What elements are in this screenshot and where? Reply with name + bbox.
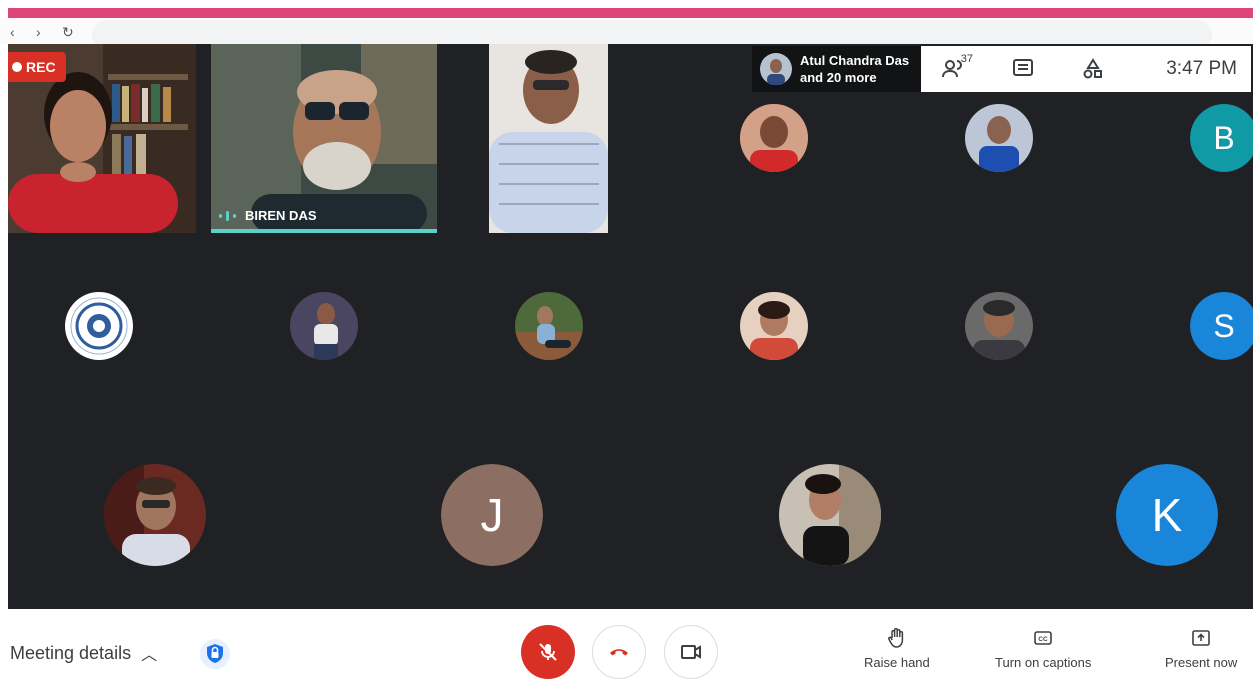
audio-level-icon: [219, 210, 236, 221]
raise-hand-icon: [888, 628, 904, 648]
participant-count: 37: [960, 53, 973, 65]
participants-summary-panel[interactable]: Atul Chandra Das and 20 more: [752, 46, 922, 92]
participant-photo: [965, 104, 1033, 172]
address-bar-strip: ‹ › ↻: [0, 18, 1253, 44]
avatar-initial-b[interactable]: B: [1190, 104, 1253, 172]
meeting-details-button[interactable]: Meeting details ︿: [10, 641, 157, 665]
raise-hand-button[interactable]: Raise hand: [864, 627, 930, 670]
video-tile-participant-3[interactable]: [489, 44, 608, 233]
accent-bar: [8, 8, 1253, 18]
meeting-stage: REC BIREN DAS B S J K: [8, 44, 1253, 609]
present-now-label: Present now: [1165, 655, 1238, 670]
avatar-photo[interactable]: [740, 104, 808, 172]
chat-button[interactable]: [1005, 51, 1041, 87]
shield-lock-icon: [200, 639, 230, 669]
raise-hand-label: Raise hand: [864, 655, 930, 670]
recording-badge: REC: [8, 52, 66, 82]
address-bar[interactable]: [92, 20, 1212, 44]
camera-toggle-button[interactable]: [664, 625, 718, 679]
avatar-initial-s[interactable]: S: [1190, 292, 1253, 360]
mic-off-icon: [539, 643, 557, 661]
participant-thumbnail: [760, 53, 792, 85]
hang-up-icon: [610, 649, 628, 656]
avatar-initial-k[interactable]: K: [1116, 464, 1218, 566]
record-icon: [12, 62, 22, 72]
clock: 3:47 PM: [1166, 58, 1237, 79]
avatar-photo[interactable]: [515, 292, 583, 360]
avatar-photo[interactable]: [779, 464, 881, 566]
video-camera-icon: [681, 645, 701, 659]
browser-top-strip: ‹ › ↻: [0, 0, 1253, 44]
present-now-button[interactable]: Present now: [1165, 627, 1237, 670]
microphone-toggle-button[interactable]: [521, 625, 575, 679]
avatar-letter: S: [1213, 307, 1235, 344]
svg-text:CC: CC: [1038, 636, 1048, 643]
closed-captions-icon: CC: [1034, 631, 1052, 645]
video-tile-biren-das[interactable]: BIREN DAS: [211, 44, 437, 233]
participant-photo: [104, 464, 206, 566]
participant-photo: [740, 292, 808, 360]
avatar-letter: J: [480, 489, 504, 541]
present-screen-icon: [1192, 630, 1210, 646]
avatar-photo[interactable]: [290, 292, 358, 360]
chat-icon: [1013, 59, 1033, 76]
avatar-initial-j[interactable]: J: [441, 464, 543, 566]
participant-video: [211, 44, 437, 233]
institution-logo-icon: [66, 293, 132, 359]
captions-button[interactable]: CC Turn on captions: [995, 627, 1091, 670]
active-speaker-indicator: [211, 229, 437, 233]
avatar-photo[interactable]: [104, 464, 206, 566]
top-right-tray: 37 3:47 PM: [921, 46, 1251, 92]
summary-line-1: Atul Chandra Das: [800, 53, 910, 68]
forward-icon[interactable]: ›: [36, 24, 41, 40]
avatar-photo[interactable]: [965, 292, 1033, 360]
chevron-up-icon: ︿: [141, 647, 158, 664]
bottom-control-bar: Meeting details ︿ Raise hand CC Turn on …: [0, 609, 1253, 679]
avatar-photo[interactable]: [740, 292, 808, 360]
captions-label: Turn on captions: [995, 655, 1092, 670]
reload-icon[interactable]: ↻: [62, 24, 74, 41]
leave-call-button[interactable]: [592, 625, 646, 679]
speaker-name-label: BIREN DAS: [219, 208, 317, 223]
recording-label: REC: [26, 59, 56, 75]
participant-video: [489, 44, 608, 233]
avatar-letter: K: [1151, 489, 1183, 541]
video-tile-participant-1[interactable]: REC: [8, 44, 196, 233]
participant-photo: [779, 464, 881, 566]
people-button[interactable]: 37: [935, 51, 973, 87]
activities-icon: [1083, 58, 1102, 79]
participants-summary-text: Atul Chandra Das and 20 more: [800, 52, 909, 86]
participant-photo: [965, 292, 1033, 360]
speaker-name: BIREN DAS: [245, 208, 317, 223]
avatar-photo[interactable]: [965, 104, 1033, 172]
summary-line-2: and 20 more: [800, 70, 877, 85]
meeting-details-label: Meeting details: [10, 642, 132, 663]
activities-button[interactable]: [1075, 51, 1111, 87]
avatar-logo[interactable]: [65, 292, 133, 360]
back-icon[interactable]: ‹: [10, 24, 15, 40]
participant-photo: [740, 104, 808, 172]
host-controls-button[interactable]: [200, 639, 230, 674]
avatar-letter: B: [1213, 119, 1235, 156]
participant-photo: [515, 292, 583, 360]
participant-photo: [290, 292, 358, 360]
